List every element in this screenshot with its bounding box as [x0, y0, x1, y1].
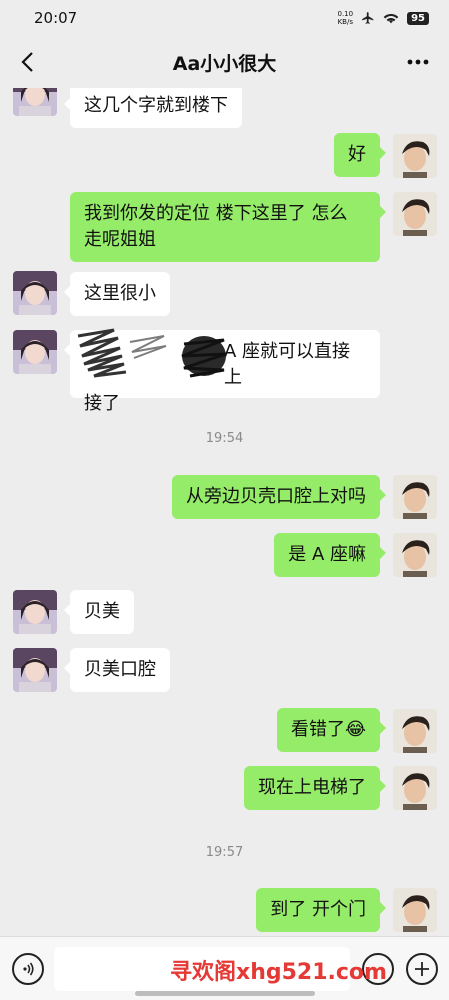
- chat-header: Aa小小很大: [0, 36, 449, 88]
- timestamp: 19:54: [205, 431, 244, 446]
- plus-button[interactable]: [406, 953, 438, 985]
- my-avatar[interactable]: [393, 533, 437, 577]
- status-time: 20:07: [34, 9, 78, 27]
- plus-icon: [415, 962, 429, 976]
- message-bubble-received[interactable]: 这里很小: [64, 272, 170, 316]
- battery-indicator: 95: [407, 11, 429, 25]
- watermark-text: 寻欢阁xhg521.com: [170, 960, 387, 985]
- message-bubble-sent[interactable]: 我到你发的定位 楼下这里了 怎么 走呢姐姐: [70, 192, 386, 262]
- message-bubble-received[interactable]: 贝美口腔: [64, 648, 170, 692]
- message-bubble-sent[interactable]: 现在上电梯了: [244, 766, 386, 810]
- airplane-mode-icon: [362, 12, 374, 24]
- message-bubble-received[interactable]: A 座就可以直接上 接了: [64, 328, 380, 414]
- home-indicator[interactable]: [135, 991, 315, 996]
- contact-avatar[interactable]: [13, 590, 57, 634]
- voice-button[interactable]: [12, 953, 44, 985]
- more-button[interactable]: [403, 48, 433, 76]
- message-bubble-sent[interactable]: 好: [334, 133, 386, 177]
- message-bubble-sent[interactable]: 是 A 座嘛: [274, 533, 386, 577]
- network-speed: 0.10 KB/s: [337, 10, 354, 26]
- my-avatar[interactable]: [393, 192, 437, 236]
- message-bubble-sent[interactable]: 从旁边贝壳口腔上对吗: [172, 475, 386, 519]
- my-avatar[interactable]: [393, 766, 437, 810]
- message-bubble-sent[interactable]: 到了 开个门: [256, 888, 386, 932]
- wifi-icon: [383, 14, 399, 24]
- contact-avatar[interactable]: [13, 271, 57, 315]
- chevron-left-icon: [21, 52, 33, 72]
- status-bar: 20:07 0.10 KB/s 95: [0, 0, 449, 36]
- voice-icon: [23, 962, 34, 976]
- chat-title: Aa小小很大: [172, 52, 277, 75]
- message-list[interactable]: 这几个字就到楼下 好 我到你发的定位 楼下这里了 怎么 走呢姐姐 这里很小 A …: [0, 88, 449, 936]
- timestamp: 19:57: [205, 845, 244, 860]
- my-avatar[interactable]: [393, 709, 437, 753]
- my-avatar[interactable]: [393, 475, 437, 519]
- contact-avatar[interactable]: [13, 88, 57, 116]
- message-bubble-sent[interactable]: 看错了😂: [276, 708, 387, 752]
- my-avatar[interactable]: [393, 134, 437, 178]
- scribble-redaction: [77, 328, 227, 378]
- contact-avatar[interactable]: [13, 648, 57, 692]
- message-bubble-received[interactable]: 贝美: [64, 590, 134, 634]
- contact-avatar[interactable]: [13, 330, 57, 374]
- my-avatar[interactable]: [393, 888, 437, 932]
- back-button[interactable]: [14, 48, 42, 76]
- more-dots-icon: [407, 59, 429, 65]
- status-icons: 0.10 KB/s 95: [337, 10, 429, 26]
- message-bubble-received[interactable]: 这几个字就到楼下: [64, 88, 242, 128]
